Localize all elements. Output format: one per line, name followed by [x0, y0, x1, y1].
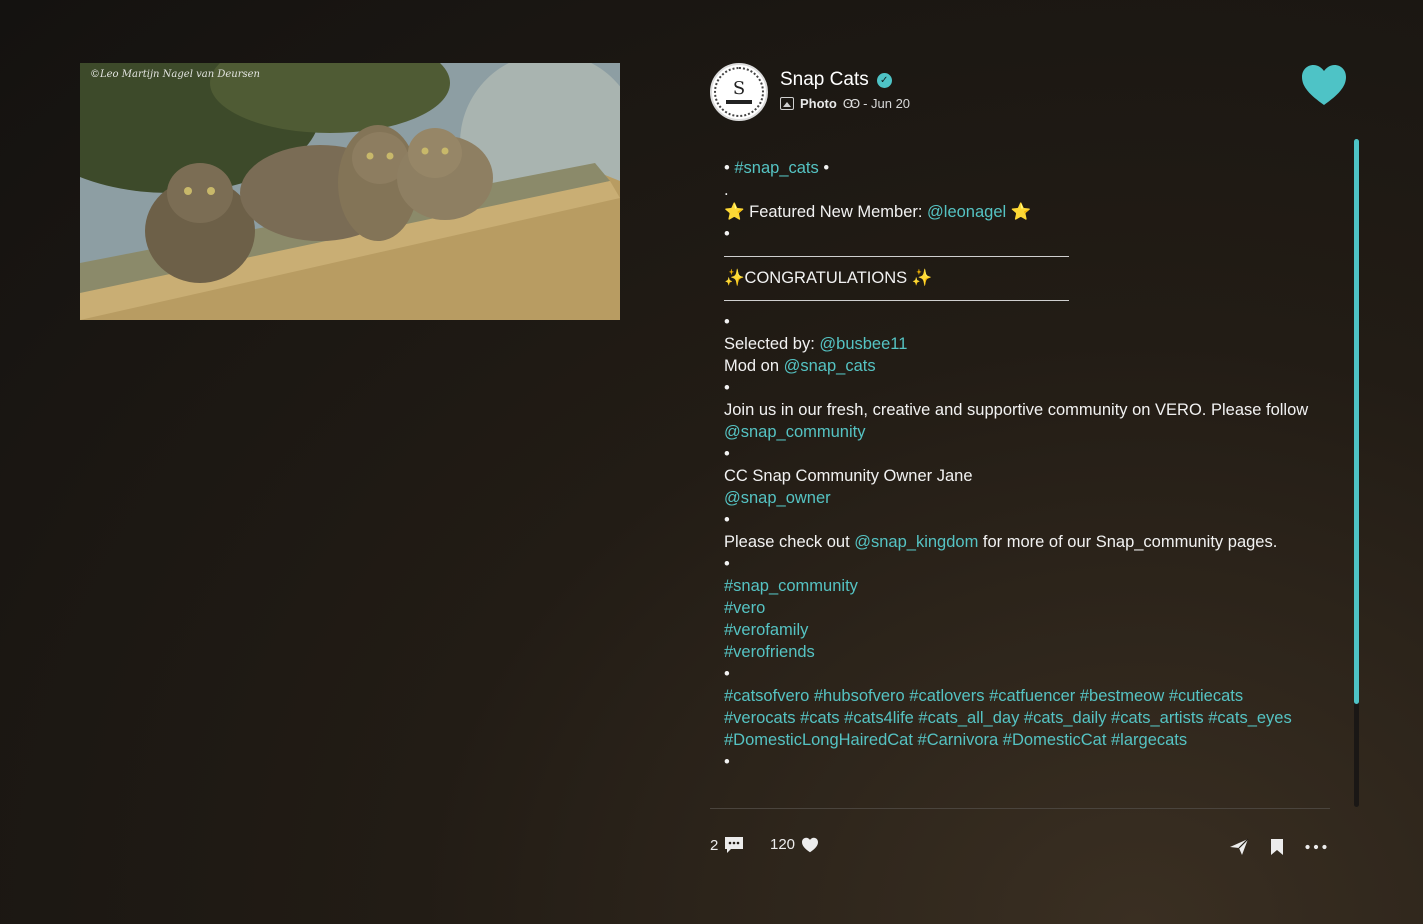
- caption-link[interactable]: #snap_cats: [734, 159, 818, 177]
- caption-line: ⭐ Featured New Member: @leonagel ⭐: [724, 201, 1314, 223]
- post-actions: 2 120: [710, 834, 1335, 860]
- caption-link[interactable]: @snap_cats: [784, 357, 876, 375]
- post-date: - Jun 20: [863, 96, 911, 111]
- caption-line: •: [724, 311, 1314, 333]
- caption-text: .: [724, 181, 729, 199]
- caption-link[interactable]: @busbee11: [819, 335, 907, 353]
- caption-line: •: [724, 751, 1314, 773]
- caption-text: •: [724, 225, 730, 243]
- avatar-logo: S: [714, 67, 764, 117]
- caption-divider: [724, 289, 1069, 301]
- caption-text: •: [724, 159, 735, 177]
- caption-line: Selected by: @busbee11: [724, 333, 1314, 355]
- caption-line: •: [724, 223, 1314, 245]
- share-button[interactable]: [1228, 836, 1250, 858]
- caption-text: Selected by:: [724, 335, 820, 353]
- caption-line: •: [724, 553, 1314, 575]
- send-icon: [1230, 838, 1249, 855]
- caption-line: Join us in our fresh, creative and suppo…: [724, 399, 1314, 443]
- avatar[interactable]: S: [710, 63, 768, 121]
- caption-text: Mod on: [724, 357, 784, 375]
- caption-line: #verofamily: [724, 619, 1314, 641]
- caption-link[interactable]: #verofamily: [724, 621, 808, 639]
- caption-link[interactable]: @snap_kingdom: [854, 533, 978, 551]
- more-button[interactable]: [1305, 836, 1327, 858]
- caption-text: •: [818, 159, 830, 177]
- caption-text: •: [724, 753, 730, 771]
- caption-text: Please check out: [724, 533, 855, 551]
- binoculars-icon: ʘʘ: [842, 96, 860, 111]
- caption-line: Mod on @snap_cats: [724, 355, 1314, 377]
- scrollbar-thumb[interactable]: [1354, 139, 1359, 704]
- caption-text: CC Snap Community Owner Jane: [724, 467, 973, 485]
- caption-link[interactable]: @snap_community: [724, 423, 865, 441]
- caption-link[interactable]: #catsofvero #hubsofvero #catlovers #catf…: [724, 687, 1296, 749]
- avatar-bar: [726, 100, 752, 104]
- caption-line: #snap_community: [724, 575, 1314, 597]
- like-button[interactable]: 120: [770, 836, 819, 853]
- account-name[interactable]: Snap Cats ✓: [780, 69, 892, 91]
- caption-text: •: [724, 555, 730, 573]
- heart-icon: [802, 837, 819, 852]
- caption-link[interactable]: @snap_owner: [724, 489, 831, 507]
- avatar-letter: S: [732, 78, 746, 99]
- post-type: Photo: [800, 96, 837, 111]
- cats-on-wall-image: [80, 63, 620, 320]
- caption-line: #vero: [724, 597, 1314, 619]
- caption-text: ⭐ Featured New Member:: [724, 203, 928, 221]
- post-header: S Snap Cats ✓ Photo ʘʘ - Jun 20: [710, 63, 1350, 123]
- comment-count: 2: [710, 836, 719, 854]
- caption-line: @snap_owner: [724, 487, 1314, 509]
- caption-text: •: [724, 313, 730, 331]
- caption-line: •: [724, 377, 1314, 399]
- caption-line: #catsofvero #hubsofvero #catlovers #catf…: [724, 685, 1314, 751]
- comment-icon: [725, 837, 744, 853]
- caption-link[interactable]: #vero: [724, 599, 765, 617]
- caption-line: •: [724, 443, 1314, 465]
- caption-text: •: [724, 379, 730, 397]
- caption-text: •: [724, 665, 730, 683]
- post-meta: Photo ʘʘ - Jun 20: [780, 96, 910, 111]
- verified-icon: ✓: [876, 72, 892, 88]
- caption-line: • #snap_cats •: [724, 157, 1314, 179]
- caption-line: •: [724, 663, 1314, 685]
- caption-line: •: [724, 509, 1314, 531]
- caption-divider: [724, 245, 1069, 257]
- caption-text: ⭐: [1006, 203, 1032, 221]
- caption-text: •: [724, 445, 730, 463]
- caption-link[interactable]: #verofriends: [724, 643, 815, 661]
- post-photo[interactable]: ©Leo Martijn Nagel van Deursen: [80, 63, 620, 320]
- heart-icon[interactable]: [1300, 63, 1348, 107]
- bookmark-icon: [1271, 839, 1283, 855]
- post-caption: • #snap_cats •. ⭐ Featured New Member: @l…: [724, 157, 1314, 807]
- caption-line: ✨CONGRATULATIONS ✨: [724, 267, 1314, 289]
- caption-link[interactable]: @leonagel: [927, 203, 1006, 221]
- caption-text: ✨CONGRATULATIONS ✨: [724, 269, 933, 287]
- bookmark-button[interactable]: [1266, 836, 1288, 858]
- caption-link[interactable]: #snap_community: [724, 577, 858, 595]
- caption-line: Please check out @snap_kingdom for more …: [724, 531, 1314, 553]
- caption-scrollbar[interactable]: [1354, 139, 1359, 807]
- actions-divider: [710, 808, 1330, 809]
- caption-text: for more of our Snap_community pages.: [978, 533, 1278, 551]
- caption-line: CC Snap Community Owner Jane: [724, 465, 1314, 487]
- caption-line: #verofriends: [724, 641, 1314, 663]
- caption-text: Join us in our fresh, creative and suppo…: [724, 401, 1313, 419]
- caption-text: •: [724, 511, 730, 529]
- photo-icon: [780, 97, 794, 110]
- comment-button[interactable]: 2: [710, 836, 744, 854]
- more-icon: [1305, 844, 1327, 850]
- photo-watermark: ©Leo Martijn Nagel van Deursen: [90, 69, 260, 80]
- account-name-text: Snap Cats: [780, 69, 869, 90]
- caption-line: .: [724, 179, 1314, 201]
- like-count: 120: [770, 836, 796, 853]
